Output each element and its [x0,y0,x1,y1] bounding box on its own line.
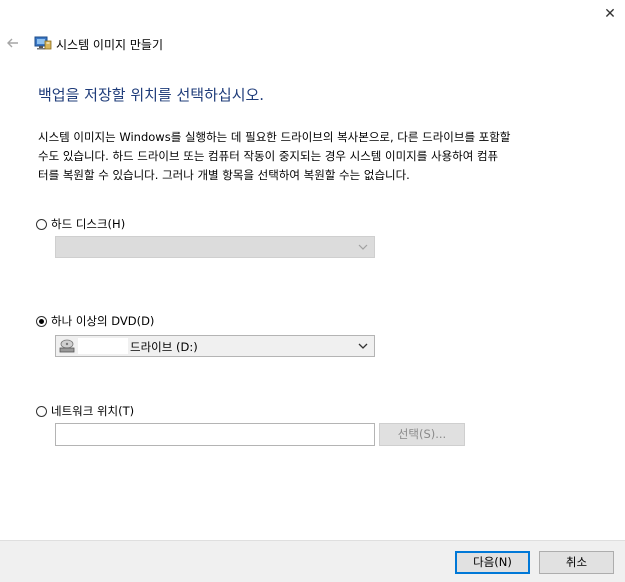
close-button[interactable]: ✕ [596,2,624,26]
network-label[interactable]: 네트워크 위치(T) [51,403,134,419]
dvd-option[interactable]: 하나 이상의 DVD(D) [36,313,154,329]
back-button[interactable] [2,32,24,54]
network-location-input[interactable] [55,423,375,446]
system-image-icon [34,35,52,51]
dvd-drive-dropdown[interactable]: 드라이브 (D:) [55,335,375,357]
back-arrow-icon [7,38,18,48]
hard-disk-radio[interactable] [36,218,47,230]
dvd-drive-value: 드라이브 (D:) [130,340,198,354]
cancel-button[interactable]: 취소 [539,551,614,574]
description-line: 터를 복원할 수 있습니다. 그러나 개별 항목을 선택하여 복원할 수는 없습… [38,168,410,182]
description-line: 수도 있습니다. 하드 드라이브 또는 컴퓨터 작동이 중지되는 경우 시스템 … [38,149,499,163]
network-radio[interactable] [36,405,47,417]
dvd-label[interactable]: 하나 이상의 DVD(D) [51,313,154,329]
footer-bar [0,540,625,582]
select-network-button: 선택(S)... [379,423,465,446]
chevron-down-icon [358,343,368,349]
page-heading: 백업을 저장할 위치를 선택하십시오. [38,86,265,104]
window-title: 시스템 이미지 만들기 [56,38,163,52]
description: 시스템 이미지는 Windows를 실행하는 데 필요한 드라이브의 복사본으로… [38,128,598,185]
next-button[interactable]: 다음(N) [455,551,530,574]
description-line: 시스템 이미지는 Windows를 실행하는 데 필요한 드라이브의 복사본으로… [38,130,511,144]
dvd-drive-icon [59,339,75,353]
hard-disk-dropdown [55,236,375,258]
hard-disk-option[interactable]: 하드 디스크(H) [36,216,125,232]
chevron-down-icon [358,244,368,250]
hard-disk-label[interactable]: 하드 디스크(H) [51,216,125,232]
network-option[interactable]: 네트워크 위치(T) [36,403,134,419]
drive-name-field [78,338,128,354]
dvd-radio[interactable] [36,315,47,327]
